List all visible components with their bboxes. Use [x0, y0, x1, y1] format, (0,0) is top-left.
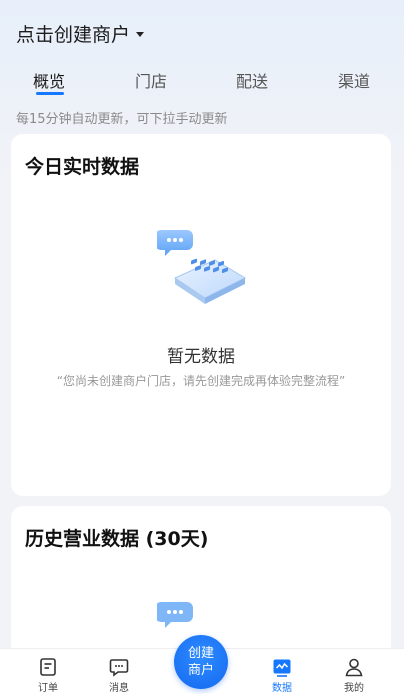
nav-label-messages: 消息	[109, 683, 129, 694]
create-merchant-selector[interactable]: 点击创建商户	[16, 20, 145, 47]
refresh-hint: 每15分钟自动更新，可下拉手动更新	[16, 112, 228, 127]
data-chart-icon	[273, 659, 291, 677]
message-icon	[109, 659, 129, 677]
history-card-title: 历史营业数据 (30天)	[25, 528, 209, 550]
tab-delivery[interactable]: 配送	[236, 68, 268, 92]
empty-chat-bubble-icon	[157, 602, 193, 628]
order-icon	[40, 658, 56, 676]
nav-messages[interactable]: 消息	[94, 656, 144, 694]
active-tab-indicator	[36, 92, 64, 95]
nav-label-profile: 我的	[344, 683, 364, 694]
nav-label-data: 数据	[272, 683, 292, 694]
tab-channels[interactable]: 渠道	[338, 68, 370, 92]
caret-down-icon	[136, 32, 145, 37]
nav-data[interactable]: 数据	[257, 656, 307, 694]
empty-title: 暂无数据	[167, 347, 235, 367]
tab-overview[interactable]: 概览	[33, 68, 65, 92]
realtime-card-title: 今日实时数据	[25, 156, 140, 178]
nav-label-orders: 订单	[38, 683, 58, 694]
fab-label-line1: 创建	[187, 646, 214, 661]
user-icon	[345, 658, 363, 677]
realtime-data-card: 今日实时数据 暂无数据 “您尚未创建商户门店，请先创建完成再体验完整流程”	[11, 134, 391, 496]
nav-orders[interactable]: 订单	[23, 656, 73, 694]
tab-stores[interactable]: 门店	[135, 68, 167, 92]
create-merchant-button[interactable]: 创建 商户	[174, 635, 228, 689]
nav-profile[interactable]: 我的	[329, 656, 379, 694]
empty-data-illustration-icon	[157, 230, 247, 304]
fab-label-line2: 商户	[187, 663, 214, 678]
empty-description: “您尚未创建商户门店，请先创建完成再体验完整流程”	[56, 374, 346, 388]
header-title: 点击创建商户	[16, 24, 131, 46]
